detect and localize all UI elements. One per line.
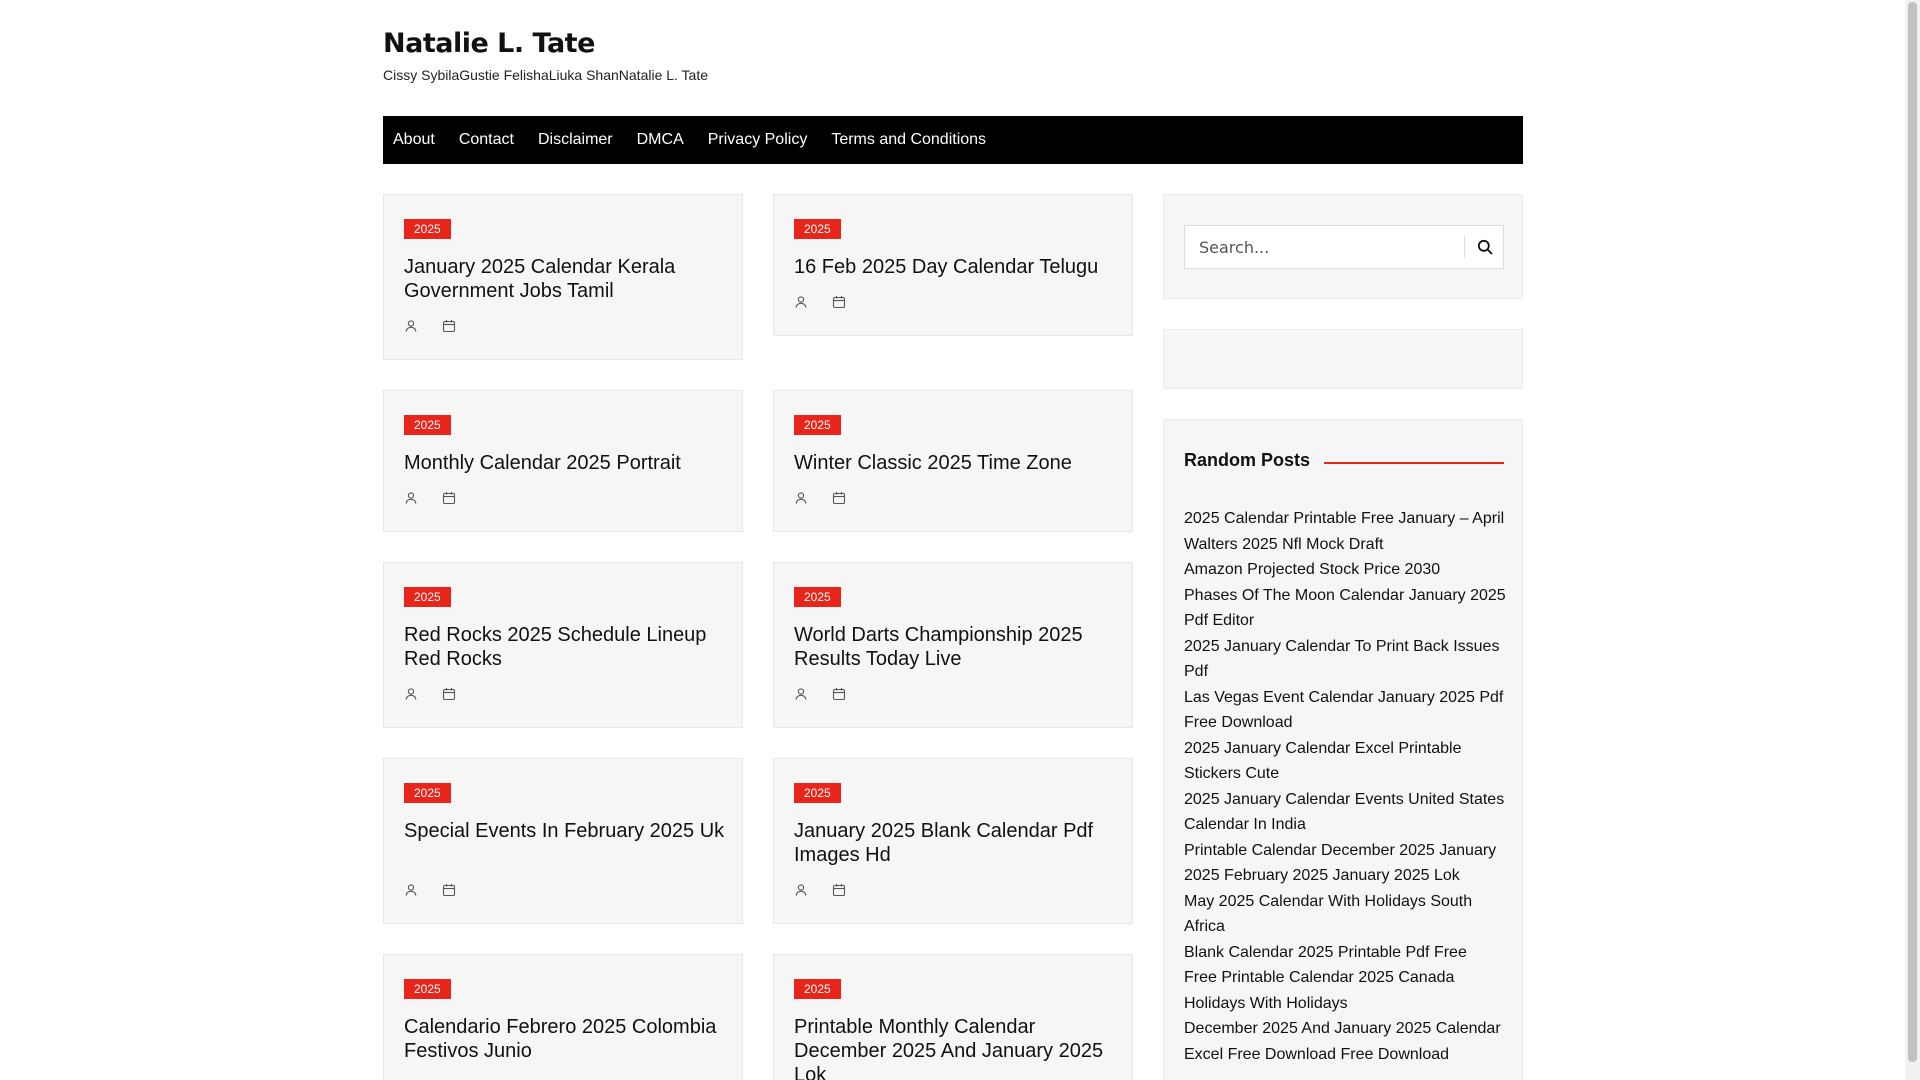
scrollbar-thumb[interactable] bbox=[1908, 2, 1917, 1062]
post-card: 2025 Monthly Calendar 2025 Portrait bbox=[383, 390, 743, 532]
post-title[interactable]: Winter Classic 2025 Time Zone bbox=[794, 451, 1119, 475]
random-post-link[interactable]: Printable Calendar December 2025 January… bbox=[1184, 838, 1509, 889]
category-badge[interactable]: 2025 bbox=[794, 783, 841, 803]
post-title[interactable]: Monthly Calendar 2025 Portrait bbox=[404, 451, 729, 475]
post-card: 2025 Calendario Febrero 2025 Colombia Fe… bbox=[383, 954, 743, 1080]
category-badge[interactable]: 2025 bbox=[794, 587, 841, 607]
calendar-icon[interactable] bbox=[832, 883, 846, 897]
calendar-icon[interactable] bbox=[442, 319, 456, 333]
category-badge[interactable]: 2025 bbox=[404, 783, 451, 803]
search-input[interactable] bbox=[1185, 226, 1460, 268]
post-meta bbox=[404, 491, 456, 505]
random-post-link[interactable]: 2025 Calendar Printable Free January – A… bbox=[1184, 506, 1509, 532]
post-card: 2025 Winter Classic 2025 Time Zone bbox=[773, 390, 1133, 532]
nav-item-about[interactable]: About bbox=[383, 116, 447, 164]
random-post-link[interactable]: Walters 2025 Nfl Mock Draft bbox=[1184, 532, 1509, 558]
nav-item-terms[interactable]: Terms and Conditions bbox=[819, 116, 998, 164]
main-navigation: About Contact Disclaimer DMCA Privacy Po… bbox=[383, 116, 1523, 164]
post-title[interactable]: 16 Feb 2025 Day Calendar Telugu bbox=[794, 255, 1119, 279]
nav-item-dmca[interactable]: DMCA bbox=[625, 116, 696, 164]
post-title[interactable]: January 2025 Calendar Kerala Government … bbox=[404, 255, 729, 303]
post-title[interactable]: Calendario Febrero 2025 Colombia Festivo… bbox=[404, 1015, 729, 1063]
user-icon[interactable] bbox=[404, 687, 418, 701]
user-icon[interactable] bbox=[794, 687, 808, 701]
calendar-icon[interactable] bbox=[442, 883, 456, 897]
calendar-icon[interactable] bbox=[442, 491, 456, 505]
post-title[interactable]: January 2025 Blank Calendar Pdf Images H… bbox=[794, 819, 1119, 867]
category-badge[interactable]: 2025 bbox=[794, 979, 841, 999]
post-card: 2025 Red Rocks 2025 Schedule Lineup Red … bbox=[383, 562, 743, 728]
category-badge[interactable]: 2025 bbox=[404, 587, 451, 607]
calendar-icon[interactable] bbox=[832, 491, 846, 505]
post-meta bbox=[404, 883, 456, 897]
search-icon bbox=[1477, 239, 1493, 255]
calendar-icon[interactable] bbox=[832, 687, 846, 701]
user-icon[interactable] bbox=[794, 491, 808, 505]
post-meta bbox=[404, 687, 456, 701]
post-meta bbox=[794, 295, 846, 309]
post-title[interactable]: World Darts Championship 2025 Results To… bbox=[794, 623, 1119, 671]
title-underline bbox=[1324, 462, 1504, 464]
user-icon[interactable] bbox=[794, 295, 808, 309]
category-badge[interactable]: 2025 bbox=[404, 219, 451, 239]
random-post-link[interactable]: Las Vegas Event Calendar January 2025 Pd… bbox=[1184, 685, 1509, 736]
random-post-link[interactable]: Free Printable Calendar 2025 Canada Holi… bbox=[1184, 965, 1509, 1016]
empty-widget bbox=[1163, 329, 1523, 389]
calendar-icon[interactable] bbox=[832, 295, 846, 309]
user-icon[interactable] bbox=[404, 491, 418, 505]
random-post-link[interactable]: May 2025 Calendar With Holidays South Af… bbox=[1184, 889, 1509, 940]
random-post-link[interactable]: December 2025 And January 2025 Calendar … bbox=[1184, 1016, 1509, 1067]
category-badge[interactable]: 2025 bbox=[794, 415, 841, 435]
search-button[interactable] bbox=[1467, 226, 1503, 268]
post-meta bbox=[794, 491, 846, 505]
post-card: 2025 Printable Monthly Calendar December… bbox=[773, 954, 1133, 1080]
site-title[interactable]: Natalie L. Tate bbox=[383, 28, 595, 59]
random-post-link[interactable]: Phases Of The Moon Calendar January 2025… bbox=[1184, 583, 1509, 634]
random-post-link[interactable]: Amazon Projected Stock Price 2030 bbox=[1184, 557, 1509, 583]
user-icon[interactable] bbox=[794, 883, 808, 897]
post-meta bbox=[794, 687, 846, 701]
post-title[interactable]: Red Rocks 2025 Schedule Lineup Red Rocks bbox=[404, 623, 729, 671]
post-card: 2025 January 2025 Blank Calendar Pdf Ima… bbox=[773, 758, 1133, 924]
random-posts-widget: Random Posts 2025 Calendar Printable Fre… bbox=[1163, 419, 1523, 1080]
site-description: Cissy SybilaGustie FelishaLiuka ShanNata… bbox=[383, 67, 709, 83]
post-title[interactable]: Printable Monthly Calendar December 2025… bbox=[794, 1015, 1119, 1080]
post-card: 2025 16 Feb 2025 Day Calendar Telugu bbox=[773, 194, 1133, 336]
post-card: 2025 World Darts Championship 2025 Resul… bbox=[773, 562, 1133, 728]
category-badge[interactable]: 2025 bbox=[404, 979, 451, 999]
post-card: 2025 Special Events In February 2025 Uk bbox=[383, 758, 743, 924]
random-post-link[interactable]: 2025 January Calendar Excel Printable St… bbox=[1184, 736, 1509, 787]
search-widget bbox=[1163, 194, 1523, 299]
post-meta bbox=[404, 319, 456, 333]
search-form bbox=[1184, 225, 1504, 269]
user-icon[interactable] bbox=[404, 883, 418, 897]
random-posts-list: 2025 Calendar Printable Free January – A… bbox=[1184, 506, 1509, 1067]
random-post-link[interactable]: Blank Calendar 2025 Printable Pdf Free bbox=[1184, 940, 1509, 966]
random-post-link[interactable]: 2025 January Calendar Events United Stat… bbox=[1184, 787, 1509, 838]
nav-item-disclaimer[interactable]: Disclaimer bbox=[526, 116, 625, 164]
search-divider bbox=[1464, 236, 1465, 258]
user-icon[interactable] bbox=[404, 319, 418, 333]
calendar-icon[interactable] bbox=[442, 687, 456, 701]
post-title[interactable]: Special Events In February 2025 Uk bbox=[404, 819, 729, 843]
category-badge[interactable]: 2025 bbox=[404, 415, 451, 435]
post-card: 2025 January 2025 Calendar Kerala Govern… bbox=[383, 194, 743, 360]
post-meta bbox=[794, 883, 846, 897]
nav-item-contact[interactable]: Contact bbox=[447, 116, 526, 164]
random-post-link[interactable]: 2025 January Calendar To Print Back Issu… bbox=[1184, 634, 1509, 685]
category-badge[interactable]: 2025 bbox=[794, 219, 841, 239]
widget-title: Random Posts bbox=[1184, 450, 1311, 470]
nav-item-privacy-policy[interactable]: Privacy Policy bbox=[696, 116, 820, 164]
